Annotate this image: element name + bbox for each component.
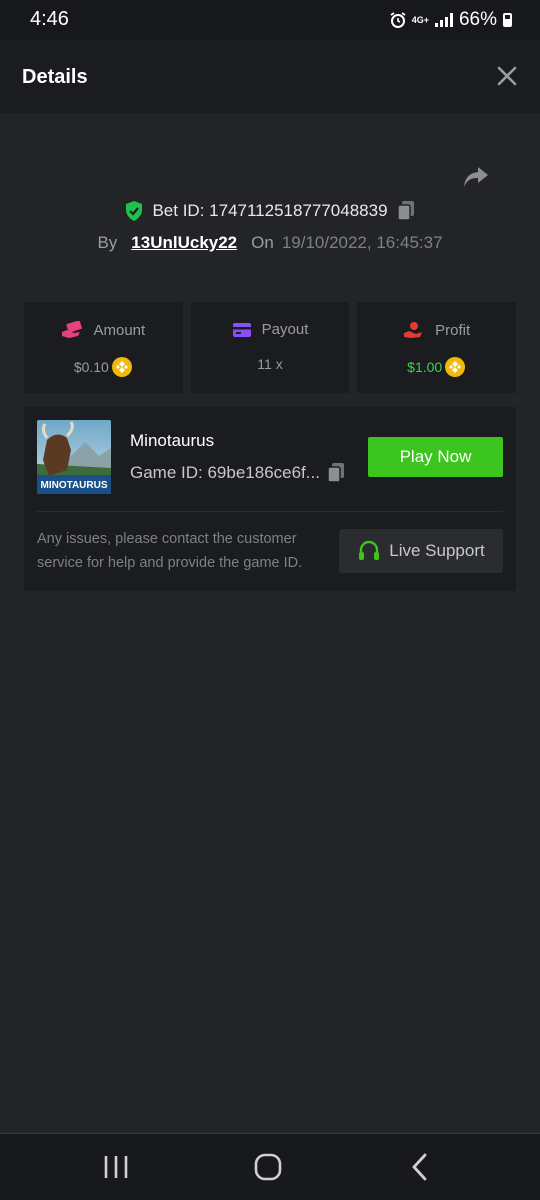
recent-apps-icon[interactable] bbox=[96, 1152, 136, 1182]
page-title: Details bbox=[22, 66, 88, 88]
bet-id: Bet ID: 1747112518777048839 bbox=[152, 201, 388, 220]
stat-amount: Amount $0.10 bbox=[24, 302, 183, 393]
game-thumbnail-title: MINOTAURUS bbox=[40, 480, 107, 491]
status-icons: 4G+ 66% bbox=[390, 9, 512, 31]
live-support-button[interactable]: Live Support bbox=[339, 529, 503, 573]
headset-icon bbox=[359, 540, 380, 560]
bet-datetime: 19/10/2022, 16:45:37 bbox=[281, 233, 443, 252]
status-bar: 4:46 4G+ 66% bbox=[0, 0, 540, 40]
stat-payout-label: Payout bbox=[261, 321, 309, 338]
live-support-label: Live Support bbox=[389, 541, 485, 560]
details-header: Details bbox=[0, 40, 540, 113]
stat-amount-value: $0.10 bbox=[73, 359, 109, 375]
status-time: 4:46 bbox=[30, 8, 69, 30]
bnb-coin-icon bbox=[445, 357, 466, 377]
stat-payout: Payout 11 x bbox=[190, 302, 350, 393]
stat-profit-label: Profit bbox=[435, 321, 471, 339]
card-icon bbox=[232, 322, 251, 337]
game-id: Game ID: 69be186ce6f... bbox=[130, 463, 320, 482]
profit-hand-icon bbox=[404, 322, 423, 338]
battery-percent: 66% bbox=[458, 9, 497, 30]
game-id-row: Game ID: 69be186ce6f... bbox=[130, 462, 346, 484]
close-icon[interactable] bbox=[496, 65, 518, 87]
support-help-text: Any issues, please contact the customer … bbox=[37, 531, 303, 571]
play-now-button[interactable]: Play Now bbox=[368, 437, 503, 477]
copy-game-id-icon[interactable] bbox=[326, 462, 346, 484]
bet-id-row: Bet ID: 1747112518777048839 bbox=[0, 200, 540, 222]
shield-check-icon bbox=[126, 201, 143, 221]
battery-icon bbox=[503, 13, 512, 27]
username-link[interactable]: 13UnlUcky22 bbox=[131, 233, 237, 253]
stat-profit-value: $1.00 bbox=[407, 359, 443, 375]
stat-amount-label: Amount bbox=[93, 321, 146, 339]
by-label: By bbox=[97, 233, 118, 252]
screen: 4:46 4G+ 66% Details Bet ID: 17471125187… bbox=[0, 0, 540, 1200]
stat-payout-value: 11 x bbox=[257, 356, 283, 372]
alarm-icon bbox=[390, 12, 406, 28]
game-name: Minotaurus bbox=[130, 431, 215, 450]
network-type: 4G+ bbox=[411, 14, 429, 25]
bet-meta-row: By 13UnlUcky22 On 19/10/2022, 16:45:37 bbox=[0, 233, 540, 253]
back-icon[interactable] bbox=[400, 1152, 440, 1182]
on-label: On bbox=[251, 233, 274, 252]
bnb-coin-icon bbox=[111, 357, 132, 377]
game-thumbnail[interactable]: MINOTAURUS bbox=[37, 420, 111, 494]
share-icon[interactable] bbox=[462, 164, 490, 190]
divider bbox=[37, 511, 503, 512]
system-nav-bar bbox=[0, 1133, 540, 1200]
cash-hand-icon bbox=[62, 321, 83, 338]
bet-stats: Amount $0.10 Payout 11 x Profit $1.00 bbox=[24, 302, 517, 393]
game-card: MINOTAURUS Minotaurus Game ID: 69be186ce… bbox=[24, 407, 516, 591]
stat-profit: Profit $1.00 bbox=[357, 302, 517, 393]
home-icon[interactable] bbox=[248, 1152, 288, 1182]
copy-bet-id-icon[interactable] bbox=[396, 200, 416, 222]
signal-icon bbox=[434, 13, 453, 27]
